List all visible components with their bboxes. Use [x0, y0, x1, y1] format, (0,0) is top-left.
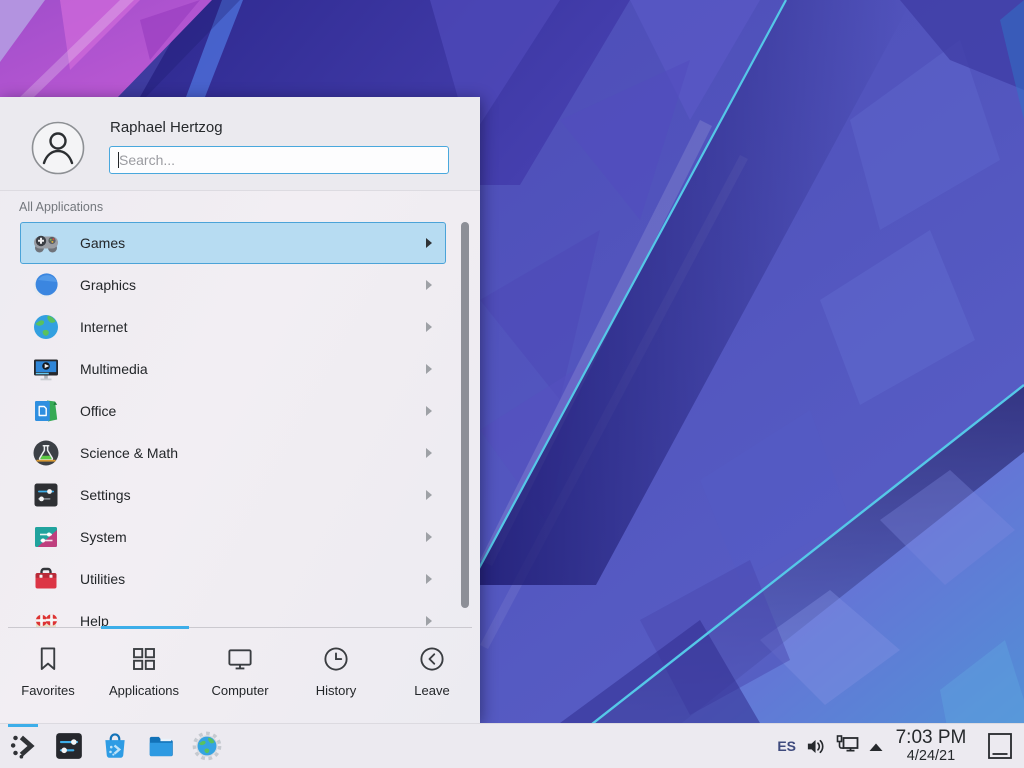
- volume-icon[interactable]: [805, 735, 828, 758]
- category-item-utilities[interactable]: Utilities: [20, 558, 446, 600]
- application-category-list: Games Graphics Internet: [0, 222, 480, 627]
- submenu-arrow-icon: [426, 574, 432, 584]
- help-icon: [32, 607, 60, 627]
- application-launcher-panel: Raphael Hertzog All Applications Games: [0, 97, 480, 723]
- submenu-arrow-icon: [426, 448, 432, 458]
- graphics-icon: [32, 271, 60, 299]
- category-item-office[interactable]: Office: [20, 390, 446, 432]
- submenu-arrow-icon: [426, 322, 432, 332]
- submenu-arrow-icon: [426, 238, 432, 248]
- list-scrollbar[interactable]: [461, 222, 469, 608]
- tab-leave[interactable]: Leave: [384, 630, 480, 723]
- submenu-arrow-icon: [426, 532, 432, 542]
- active-tab-indicator: [101, 626, 189, 629]
- office-icon: [32, 397, 60, 425]
- discover-button[interactable]: [100, 731, 130, 761]
- expand-tray-icon[interactable]: [868, 742, 884, 752]
- web-browser-button[interactable]: [192, 731, 222, 761]
- multimedia-icon: [32, 355, 60, 383]
- settings-icon: [32, 481, 60, 509]
- tab-applications[interactable]: Applications: [96, 630, 192, 723]
- clock-time: 7:03 PM: [885, 727, 977, 748]
- category-item-internet[interactable]: Internet: [20, 306, 446, 348]
- search-input[interactable]: [109, 146, 449, 174]
- utilities-icon: [32, 565, 60, 593]
- tabbar-separator: [8, 627, 472, 628]
- desktop: { "launcher": { "user_name": "Raphael He…: [0, 0, 1024, 768]
- keyboard-layout-indicator[interactable]: ES: [777, 738, 796, 754]
- category-item-help[interactable]: Help: [20, 600, 446, 627]
- launcher-header: Raphael Hertzog: [0, 97, 480, 191]
- science-icon: [32, 439, 60, 467]
- history-icon: [321, 644, 351, 674]
- category-item-science-math[interactable]: Science & Math: [20, 432, 446, 474]
- digital-clock[interactable]: 7:03 PM 4/24/21: [885, 727, 977, 765]
- tab-favorites[interactable]: Favorites: [0, 630, 96, 723]
- text-caret: [118, 152, 119, 168]
- submenu-arrow-icon: [426, 616, 432, 626]
- section-label: All Applications: [19, 200, 103, 214]
- show-desktop-button[interactable]: [987, 731, 1013, 761]
- user-avatar-icon[interactable]: [31, 121, 85, 175]
- leave-icon: [417, 644, 447, 674]
- active-task-indicator: [8, 724, 38, 727]
- launcher-tab-bar: Favorites Applications Computer History: [0, 630, 480, 723]
- taskbar-panel: ES 7:03 PM 4/24/21: [0, 723, 1024, 768]
- network-icon[interactable]: [835, 734, 861, 759]
- submenu-arrow-icon: [426, 364, 432, 374]
- favorites-icon: [33, 644, 63, 674]
- computer-icon: [225, 644, 255, 674]
- user-name: Raphael Hertzog: [110, 119, 223, 136]
- submenu-arrow-icon: [426, 280, 432, 290]
- tab-computer[interactable]: Computer: [192, 630, 288, 723]
- category-item-multimedia[interactable]: Multimedia: [20, 348, 446, 390]
- clock-date: 4/24/21: [885, 748, 977, 765]
- category-item-system[interactable]: System: [20, 516, 446, 558]
- category-item-settings[interactable]: Settings: [20, 474, 446, 516]
- internet-icon: [32, 313, 60, 341]
- category-item-games[interactable]: Games: [20, 222, 446, 264]
- application-launcher-button[interactable]: [8, 731, 38, 761]
- applications-icon: [129, 644, 159, 674]
- system-icon: [32, 523, 60, 551]
- games-icon: [32, 229, 60, 257]
- file-manager-button[interactable]: [146, 731, 176, 761]
- system-settings-button[interactable]: [54, 731, 84, 761]
- tab-history[interactable]: History: [288, 630, 384, 723]
- submenu-arrow-icon: [426, 490, 432, 500]
- submenu-arrow-icon: [426, 406, 432, 416]
- category-item-graphics[interactable]: Graphics: [20, 264, 446, 306]
